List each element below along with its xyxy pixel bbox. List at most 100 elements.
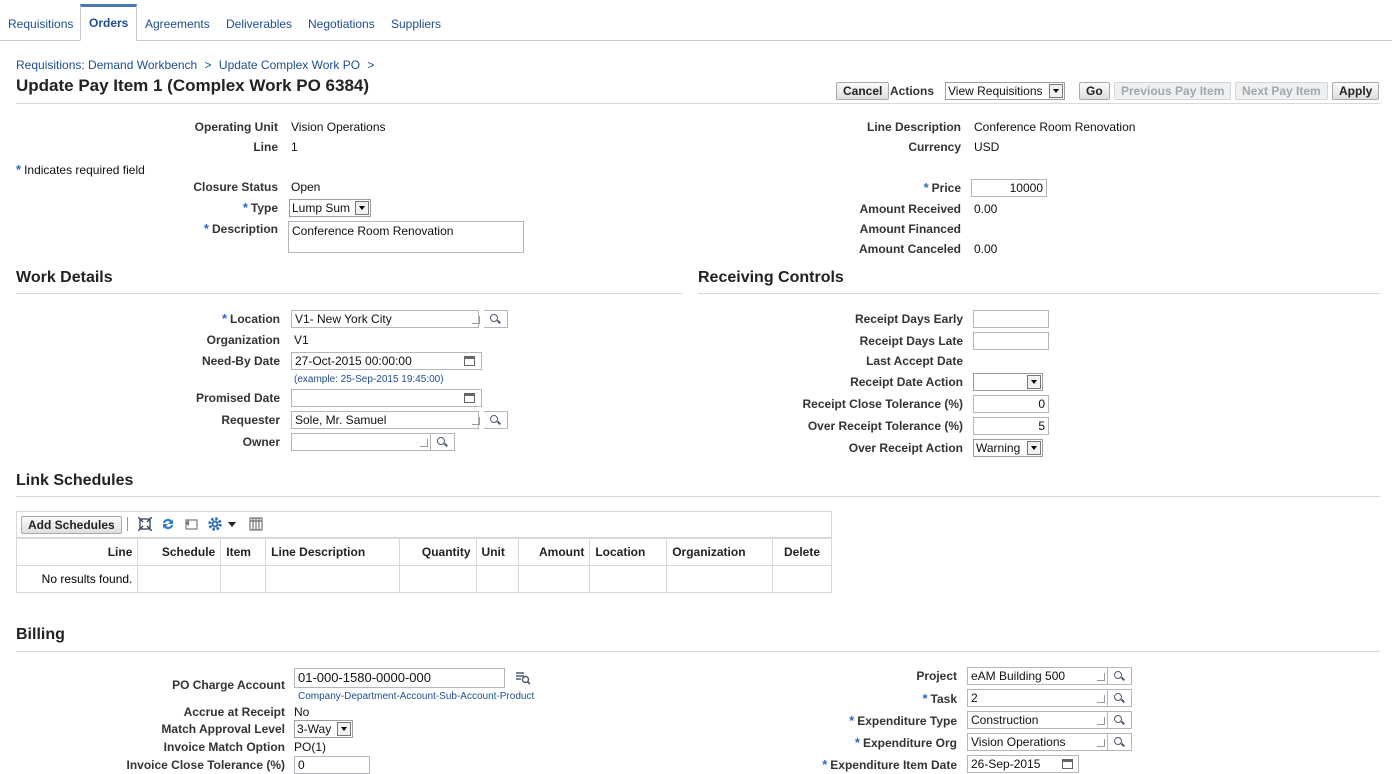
lov-corner-icon	[472, 316, 480, 324]
amount-received-label: Amount Received	[859, 202, 961, 216]
gear-icon[interactable]	[207, 516, 223, 532]
go-button[interactable]: Go	[1079, 82, 1110, 100]
expenditure-type-input[interactable]: Construction	[967, 711, 1108, 729]
over-receipt-action-select[interactable]: Warning	[973, 439, 1043, 457]
column-delete[interactable]: Delete	[772, 538, 832, 566]
column-organization[interactable]: Organization	[666, 538, 774, 566]
apply-button[interactable]: Apply	[1332, 82, 1380, 100]
price-input[interactable]: 10000	[971, 179, 1047, 197]
requester-input[interactable]: Sole, Mr. Samuel	[291, 411, 479, 429]
match-approval-level-label: Match Approval Level	[161, 722, 285, 736]
previous-pay-item-button[interactable]: Previous Pay Item	[1114, 82, 1232, 100]
tab-agreements[interactable]: Agreements	[137, 9, 218, 40]
table-cell	[666, 565, 774, 593]
tab-suppliers[interactable]: Suppliers	[383, 9, 449, 40]
chevron-down-icon[interactable]	[227, 519, 237, 529]
account-lookup-icon[interactable]	[515, 671, 531, 685]
detach-icon[interactable]	[138, 517, 152, 531]
organization-label: Organization	[206, 333, 280, 347]
project-label: Project	[916, 669, 957, 683]
tab-requisitions[interactable]: Requisitions	[0, 9, 81, 40]
link-schedules-title: Link Schedules	[16, 472, 134, 489]
chevron-down-icon	[355, 201, 369, 215]
title-divider	[16, 103, 1380, 104]
operating-unit-label: Operating Unit	[194, 120, 278, 134]
expenditure-org-label: * Expenditure Org	[854, 735, 957, 750]
next-pay-item-button[interactable]: Next Pay Item	[1235, 82, 1328, 100]
over-receipt-tolerance-input[interactable]: 5	[973, 417, 1049, 435]
chevron-down-icon	[337, 722, 351, 736]
page-title: Update Pay Item 1 (Complex Work PO 6384)	[16, 76, 370, 95]
expenditure-org-search-button[interactable]	[1108, 733, 1132, 751]
chevron-down-icon	[1049, 84, 1063, 98]
closure-status-label: Closure Status	[193, 180, 278, 194]
table-cell	[475, 565, 520, 593]
line-value: 1	[291, 140, 298, 154]
line-description-value: Conference Room Renovation	[974, 120, 1136, 134]
refresh-icon[interactable]	[161, 517, 175, 531]
calendar-icon[interactable]	[464, 356, 475, 366]
actions-select[interactable]: View Requisitions	[945, 82, 1065, 100]
lov-corner-icon	[1097, 717, 1105, 725]
tab-deliverables[interactable]: Deliverables	[218, 9, 300, 40]
amount-financed-label: Amount Financed	[859, 222, 961, 236]
table-cell	[398, 565, 477, 593]
tab-negotiations[interactable]: Negotiations	[300, 9, 383, 40]
table-row: No results found.	[15, 565, 832, 593]
project-input[interactable]: eAM Building 500	[967, 667, 1108, 685]
receipt-date-action-select[interactable]	[973, 373, 1043, 391]
task-input[interactable]: 2	[967, 689, 1108, 707]
requester-search-button[interactable]	[484, 411, 508, 429]
toolbar-separator	[127, 517, 128, 531]
location-search-button[interactable]	[484, 310, 508, 328]
project-search-button[interactable]	[1108, 667, 1132, 685]
type-select[interactable]: Lump Sum	[289, 199, 371, 217]
po-charge-account-input[interactable]: 01-000-1580-0000-000	[294, 668, 505, 688]
column-unit[interactable]: Unit	[475, 538, 520, 566]
table-cell	[772, 565, 832, 593]
location-input[interactable]: V1- New York City	[291, 310, 479, 328]
chevron-down-icon	[1027, 375, 1041, 389]
lov-corner-icon	[1097, 739, 1105, 747]
tab-orders[interactable]: Orders	[80, 4, 138, 41]
column-amount[interactable]: Amount	[518, 538, 591, 566]
receipt-days-early-input[interactable]	[973, 310, 1049, 328]
column-location[interactable]: Location	[589, 538, 668, 566]
receipt-days-late-label: Receipt Days Late	[859, 334, 963, 348]
promised-date-input[interactable]	[291, 389, 482, 407]
lov-corner-icon	[1097, 673, 1105, 681]
owner-input[interactable]	[291, 433, 431, 451]
column-line[interactable]: Line	[15, 538, 139, 566]
undo-icon[interactable]	[184, 517, 198, 531]
receiving-controls-divider	[698, 293, 1380, 294]
cancel-button[interactable]: Cancel	[836, 82, 890, 100]
receipt-days-late-input[interactable]	[973, 332, 1049, 350]
breadcrumb-update-complex-work-po[interactable]: Update Complex Work PO	[219, 58, 360, 72]
column-quantity[interactable]: Quantity	[398, 538, 477, 566]
charge-account-hint: Company-Department-Account-Sub-Account-P…	[298, 691, 535, 702]
column-item[interactable]: Item	[220, 538, 267, 566]
lov-corner-icon	[420, 439, 428, 447]
invoice-close-tolerance-input[interactable]: 0	[294, 756, 370, 774]
column-line-description[interactable]: Line Description	[265, 538, 400, 566]
match-approval-level-select[interactable]: 3-Way	[294, 720, 353, 738]
breadcrumb-separator: >	[204, 58, 212, 72]
receipt-close-tolerance-input[interactable]: 0	[973, 395, 1049, 413]
location-label: * Location	[221, 311, 280, 326]
expenditure-org-input[interactable]: Vision Operations	[967, 733, 1108, 751]
calendar-icon[interactable]	[464, 393, 475, 403]
task-search-button[interactable]	[1108, 689, 1132, 707]
organization-value: V1	[294, 333, 309, 347]
description-textarea[interactable]: Conference Room Renovation	[288, 221, 524, 253]
calendar-icon[interactable]	[1062, 759, 1073, 769]
owner-search-button[interactable]	[431, 433, 455, 451]
add-schedules-button[interactable]: Add Schedules	[21, 516, 122, 534]
columns-icon[interactable]	[249, 517, 263, 531]
table-cell	[518, 565, 591, 593]
actions-select-value: View Requisitions	[948, 84, 1043, 98]
need-by-date-input[interactable]: 27-Oct-2015 00:00:00	[291, 352, 482, 370]
expenditure-type-search-button[interactable]	[1108, 711, 1132, 729]
over-receipt-action-value: Warning	[976, 441, 1021, 455]
column-schedule[interactable]: Schedule	[137, 538, 222, 566]
breadcrumb-demand-workbench[interactable]: Requisitions: Demand Workbench	[16, 58, 197, 72]
